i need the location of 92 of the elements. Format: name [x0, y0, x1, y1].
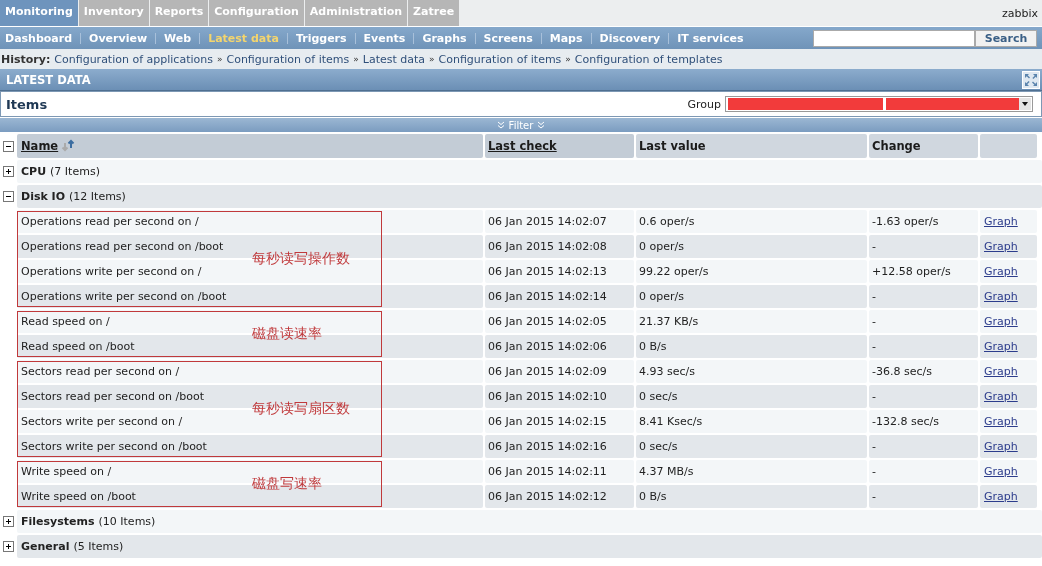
history-link[interactable]: Configuration of items: [438, 52, 562, 66]
table-cell: -: [869, 385, 978, 408]
group-label: Group: [687, 97, 721, 111]
table-cell: -: [869, 335, 978, 358]
group-name: CPU: [21, 165, 47, 178]
panel-title: Items: [6, 96, 49, 112]
table-cell: 06 Jan 2015 14:02:07: [485, 210, 634, 233]
history-link[interactable]: Configuration of applications: [54, 52, 213, 66]
column-sort-link[interactable]: Name: [21, 139, 59, 153]
table-cell: 21.37 KB/s: [636, 310, 867, 333]
table-cell: Operations read per second on /: [17, 210, 483, 233]
table-cell: -: [869, 235, 978, 258]
table-cell: 06 Jan 2015 14:02:09: [485, 360, 634, 383]
table-cell: 4.37 MB/s: [636, 460, 867, 483]
group-name: Filesystems: [21, 515, 95, 528]
section-title: LATEST DATA: [6, 72, 91, 87]
table-cell: 06 Jan 2015 14:02:16: [485, 435, 634, 458]
group-name: General: [21, 540, 70, 553]
chevron-down-icon: [537, 121, 546, 129]
table-cell: 06 Jan 2015 14:02:06: [485, 335, 634, 358]
table-cell: 4.93 sec/s: [636, 360, 867, 383]
table-cell: 06 Jan 2015 14:02:05: [485, 310, 634, 333]
table-cell: 8.41 Ksec/s: [636, 410, 867, 433]
graph-link[interactable]: Graph: [984, 215, 1018, 228]
graph-link[interactable]: Graph: [984, 365, 1018, 378]
graph-link[interactable]: Graph: [984, 340, 1018, 353]
collapse-all-icon[interactable]: [3, 140, 14, 152]
table-cell: 0 sec/s: [636, 435, 867, 458]
column-sort-link[interactable]: Last check: [488, 139, 557, 153]
item-count: (10 Items): [98, 515, 156, 528]
table-cell: 06 Jan 2015 14:02:13: [485, 260, 634, 283]
separator-text: »: [353, 54, 359, 64]
group-select[interactable]: [725, 96, 1033, 112]
expand-icon[interactable]: [3, 516, 14, 527]
graph-link[interactable]: Graph: [984, 315, 1018, 328]
column-header: Last value: [639, 139, 706, 153]
menu-tab[interactable]: Monitoring: [0, 0, 78, 26]
collapse-icon[interactable]: [3, 191, 14, 202]
chevron-down-icon: [496, 121, 505, 129]
table-cell: -: [869, 485, 978, 508]
history-link[interactable]: Configuration of items: [226, 52, 350, 66]
history-link[interactable]: Latest data: [362, 52, 426, 66]
graph-link[interactable]: Graph: [984, 465, 1018, 478]
history-label: History:: [1, 52, 51, 66]
table-cell: -132.8 sec/s: [869, 410, 978, 433]
graph-link[interactable]: Graph: [984, 415, 1018, 428]
table-cell: -: [869, 435, 978, 458]
table-cell: -1.63 oper/s: [869, 210, 978, 233]
table-cell: Sectors write per second on /boot: [17, 435, 483, 458]
separator-text: »: [565, 54, 571, 64]
search-field[interactable]: [813, 29, 975, 47]
table-cell: 0 oper/s: [636, 235, 867, 258]
table-cell: +12.58 oper/s: [869, 260, 978, 283]
graph-link[interactable]: Graph: [984, 490, 1018, 503]
table-cell: 06 Jan 2015 14:02:11: [485, 460, 634, 483]
table-cell: Operations write per second on /boot: [17, 285, 483, 308]
item-count: (5 Items): [73, 540, 124, 553]
graph-link[interactable]: Graph: [984, 265, 1018, 278]
table-cell: 0 oper/s: [636, 285, 867, 308]
table-cell: Sectors read per second on /: [17, 360, 483, 383]
table-cell: 06 Jan 2015 14:02:12: [485, 485, 634, 508]
search-button[interactable]: Search: [975, 29, 1037, 47]
table-cell: -36.8 sec/s: [869, 360, 978, 383]
table-cell: 0.6 oper/s: [636, 210, 867, 233]
table-cell: -: [869, 460, 978, 483]
graph-link[interactable]: Graph: [984, 240, 1018, 253]
table-cell: 0 B/s: [636, 485, 867, 508]
table-cell: 0 sec/s: [636, 385, 867, 408]
item-count: (7 Items): [50, 165, 100, 178]
item-count: (12 Items): [69, 190, 126, 203]
table-cell: 06 Jan 2015 14:02:14: [485, 285, 634, 308]
table-cell: 06 Jan 2015 14:02:08: [485, 235, 634, 258]
fullscreen-icon[interactable]: [1022, 70, 1040, 89]
separator-text: »: [429, 54, 435, 64]
table-cell: -: [869, 285, 978, 308]
expand-icon[interactable]: [3, 541, 14, 552]
column-header: Change: [872, 139, 921, 153]
graph-link[interactable]: Graph: [984, 290, 1018, 303]
group-name: Disk IO: [21, 190, 66, 203]
sort-arrows-icon: [61, 139, 76, 153]
expand-icon[interactable]: [3, 166, 14, 177]
table-cell: 99.22 oper/s: [636, 260, 867, 283]
table-cell: 06 Jan 2015 14:02:10: [485, 385, 634, 408]
history-link[interactable]: Configuration of templates: [574, 52, 723, 66]
table-cell: 06 Jan 2015 14:02:15: [485, 410, 634, 433]
graph-link[interactable]: Graph: [984, 440, 1018, 453]
table-cell: -: [869, 310, 978, 333]
separator-text: »: [216, 54, 223, 64]
table-cell: 0 B/s: [636, 335, 867, 358]
graph-link[interactable]: Graph: [984, 390, 1018, 403]
header-cell: [980, 134, 1037, 158]
user-name: zabbix: [1001, 6, 1039, 20]
